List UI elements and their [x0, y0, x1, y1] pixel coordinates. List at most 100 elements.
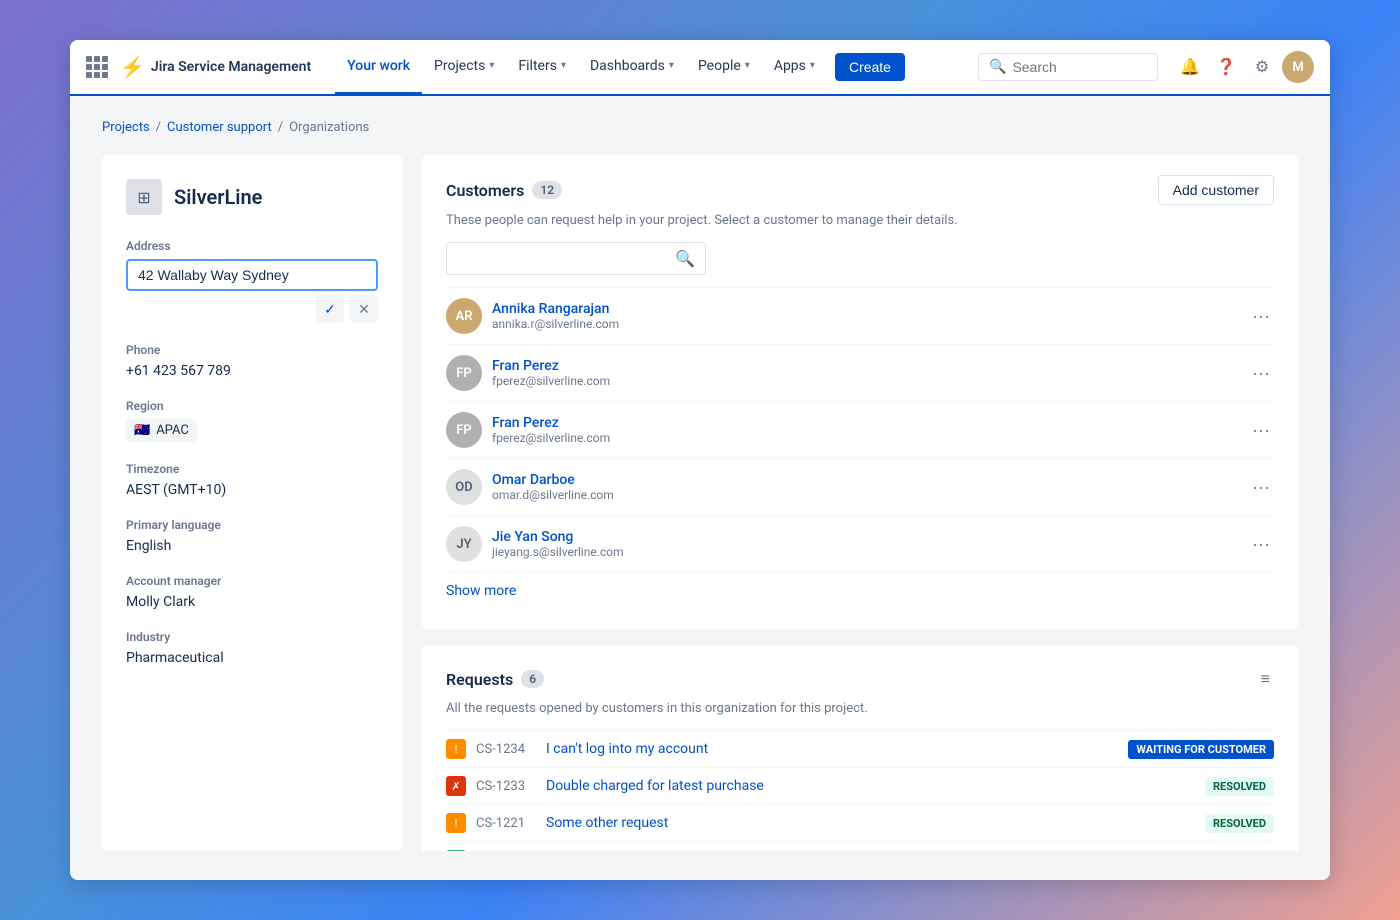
breadcrumb: Projects / Customer support / Organizati… [102, 120, 1298, 135]
status-badge: RESOLVED [1205, 851, 1274, 852]
search-input[interactable] [1012, 59, 1147, 75]
customer-avatar: OD [446, 469, 482, 505]
requests-count-badge: 6 [521, 670, 544, 688]
request-title[interactable]: I can't log into my account [546, 741, 1118, 757]
search-box[interactable]: 🔍 [978, 53, 1158, 81]
customers-count-badge: 12 [532, 181, 562, 199]
request-id: CS-1233 [476, 779, 536, 794]
notifications-icon[interactable]: 🔔 [1174, 51, 1206, 83]
industry-value: Pharmaceutical [126, 650, 378, 666]
request-type-icon: ! [446, 813, 466, 833]
request-row: ! CS-1221 Some other request RESOLVED [446, 804, 1274, 841]
help-icon[interactable]: ❓ [1210, 51, 1242, 83]
requests-list: ! CS-1234 I can't log into my account WA… [446, 730, 1274, 851]
region-label: Region [126, 399, 378, 413]
address-input-actions: ✓ ✕ [126, 295, 378, 323]
customer-row: AR Annika Rangarajan annika.r@silverline… [446, 287, 1274, 344]
address-field: Address ✓ ✕ [126, 239, 378, 323]
customer-row: FP Fran Perez fperez@silverline.com ··· [446, 344, 1274, 401]
nav-projects[interactable]: Projects ▾ [422, 40, 506, 95]
app-switcher-icon[interactable] [86, 56, 108, 78]
customer-info: Fran Perez fperez@silverline.com [492, 358, 1238, 388]
customer-email: fperez@silverline.com [492, 431, 1238, 445]
nav-apps[interactable]: Apps ▾ [762, 40, 827, 95]
show-more-link[interactable]: Show more [446, 572, 1274, 609]
customer-more-button[interactable]: ··· [1248, 416, 1274, 445]
breadcrumb-current: Organizations [289, 120, 369, 135]
filter-icon[interactable]: ≡ [1257, 665, 1274, 693]
customer-name[interactable]: Jie Yan Song [492, 529, 1238, 545]
avatar[interactable]: M [1282, 51, 1314, 83]
org-icon: ⊞ [126, 179, 162, 215]
nav-filters[interactable]: Filters ▾ [506, 40, 578, 95]
org-header: ⊞ SilverLine [126, 179, 378, 215]
nav-dashboards[interactable]: Dashboards ▾ [578, 40, 686, 95]
customer-more-button[interactable]: ··· [1248, 530, 1274, 559]
language-label: Primary language [126, 518, 378, 532]
customer-row: OD Omar Darboe omar.d@silverline.com ··· [446, 458, 1274, 515]
customer-name[interactable]: Fran Perez [492, 415, 1238, 431]
account-manager-value: Molly Clark [126, 594, 378, 610]
requests-card: Requests 6 ≡ All the requests opened by … [422, 645, 1298, 851]
industry-label: Industry [126, 630, 378, 644]
timezone-field: Timezone AEST (GMT+10) [126, 462, 378, 498]
customers-subtitle: These people can request help in your pr… [446, 213, 1274, 228]
customer-row: FP Fran Perez fperez@silverline.com ··· [446, 401, 1274, 458]
customer-name[interactable]: Omar Darboe [492, 472, 1238, 488]
address-confirm-button[interactable]: ✓ [316, 295, 344, 323]
request-row: ! CS-1234 I can't log into my account WA… [446, 730, 1274, 767]
customer-name[interactable]: Annika Rangarajan [492, 301, 1238, 317]
customer-info: Jie Yan Song jieyang.s@silverline.com [492, 529, 1238, 559]
phone-field: Phone +61 423 567 789 [126, 343, 378, 379]
nav-logo[interactable]: ⚡ Jira Service Management [120, 55, 311, 79]
customer-info: Omar Darboe omar.d@silverline.com [492, 472, 1238, 502]
requests-title: Requests [446, 670, 513, 689]
customer-info: Fran Perez fperez@silverline.com [492, 415, 1238, 445]
industry-field: Industry Pharmaceutical [126, 630, 378, 666]
customer-avatar: FP [446, 412, 482, 448]
left-panel: ⊞ SilverLine Address ✓ ✕ Phone +61 423 5… [102, 155, 402, 851]
request-type-icon: ! [446, 739, 466, 759]
customer-search-input[interactable] [457, 251, 667, 267]
customer-avatar: JY [446, 526, 482, 562]
customer-search-box[interactable]: 🔍 [446, 242, 706, 275]
add-customer-button[interactable]: Add customer [1158, 175, 1274, 205]
nav-icon-buttons: 🔔 ❓ ⚙ M [1174, 51, 1314, 83]
address-cancel-button[interactable]: ✕ [350, 295, 378, 323]
dashboards-chevron-icon: ▾ [669, 60, 674, 71]
request-title[interactable]: Some other request [546, 815, 1195, 831]
phone-label: Phone [126, 343, 378, 357]
breadcrumb-projects[interactable]: Projects [102, 120, 150, 135]
region-value: APAC [156, 423, 189, 438]
search-icon: 🔍 [989, 59, 1006, 75]
customer-email: omar.d@silverline.com [492, 488, 1238, 502]
request-row: ✓ CS-1220 Feature not working as expecte… [446, 841, 1274, 851]
nav-your-work[interactable]: Your work [335, 40, 422, 95]
projects-chevron-icon: ▾ [489, 60, 494, 71]
language-field: Primary language English [126, 518, 378, 554]
requests-card-header: Requests 6 ≡ [446, 665, 1274, 693]
request-id: CS-1221 [476, 816, 536, 831]
jira-icon: ⚡ [120, 55, 145, 79]
customer-more-button[interactable]: ··· [1248, 359, 1274, 388]
request-type-icon: ✓ [446, 850, 466, 851]
customer-more-button[interactable]: ··· [1248, 302, 1274, 331]
request-id: CS-1234 [476, 742, 536, 757]
address-label: Address [126, 239, 378, 253]
create-button[interactable]: Create [835, 53, 905, 81]
request-type-icon: ✗ [446, 776, 466, 796]
address-input[interactable] [126, 259, 378, 291]
breadcrumb-customer-support[interactable]: Customer support [167, 120, 272, 135]
status-badge: WAITING FOR CUSTOMER [1128, 740, 1274, 759]
app-title: Jira Service Management [151, 59, 311, 75]
customer-search-icon: 🔍 [675, 249, 695, 268]
nav-people[interactable]: People ▾ [686, 40, 762, 95]
customer-more-button[interactable]: ··· [1248, 473, 1274, 502]
customer-name[interactable]: Fran Perez [492, 358, 1238, 374]
status-badge: RESOLVED [1205, 777, 1274, 796]
settings-icon[interactable]: ⚙ [1246, 51, 1278, 83]
request-title[interactable]: Double charged for latest purchase [546, 778, 1195, 794]
customer-avatar: AR [446, 298, 482, 334]
page-layout: ⊞ SilverLine Address ✓ ✕ Phone +61 423 5… [102, 155, 1298, 851]
region-badge: 🇦🇺 APAC [126, 419, 197, 442]
